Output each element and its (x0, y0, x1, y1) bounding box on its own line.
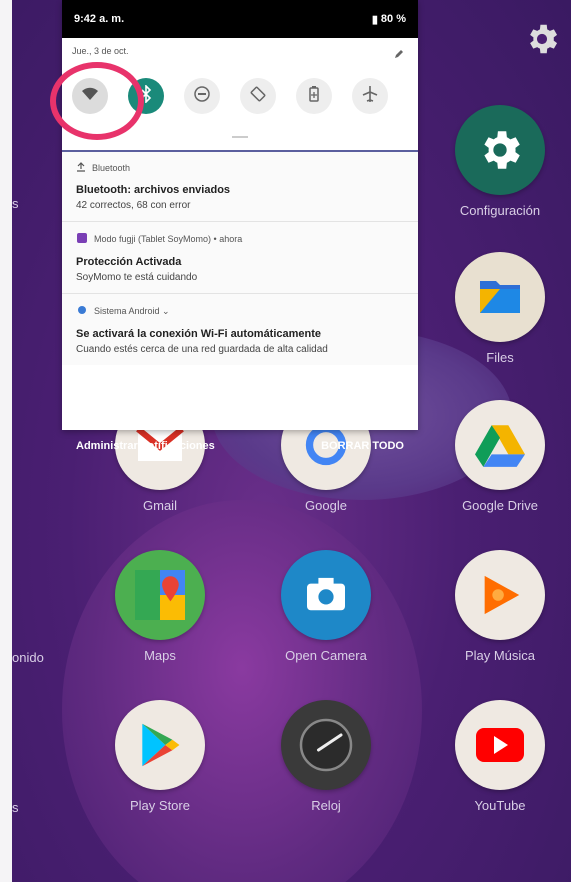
notification-body: Cuando estés cerca de una red guardada d… (76, 344, 328, 355)
app-configuracion[interactable]: Configuración (440, 105, 560, 218)
battery-saver-tile[interactable] (296, 78, 332, 114)
notification-title: Bluetooth: archivos enviados (76, 184, 231, 196)
notification-app-name: Modo fugji (Tablet SoyMomo) • ahora (94, 234, 243, 244)
battery-icon: ▮ (371, 13, 378, 26)
notification-title: Se activará la conexión Wi-Fi automática… (76, 328, 322, 340)
notification-app-name: Sistema Android ⌄ (94, 305, 170, 316)
notification-body: SoyMomo te está cuidando (76, 272, 198, 283)
battery-saver-icon (308, 85, 320, 108)
app-files[interactable]: Files (440, 252, 560, 365)
battery-indicator: ▮ 80 % (372, 13, 406, 26)
app-label: Reloj (311, 798, 341, 813)
do-not-disturb-tile[interactable] (184, 78, 220, 114)
files-icon (455, 252, 545, 342)
auto-rotate-tile[interactable] (240, 78, 276, 114)
edit-icon[interactable] (394, 46, 404, 64)
app-label: Open Camera (285, 648, 367, 663)
notification-footer: Administrar notificaciones BORRAR TODO (62, 440, 418, 452)
app-label: Maps (144, 648, 176, 663)
clear-all-button[interactable]: BORRAR TODO (321, 440, 404, 452)
play-music-icon (455, 550, 545, 640)
qs-date: Jue., 3 de oct. (72, 46, 129, 56)
notification-android-system[interactable]: Sistema Android ⌄ Se activará la conexió… (62, 294, 418, 365)
edge-label-left-3: s (12, 800, 19, 815)
auto-rotate-icon (249, 85, 267, 108)
clock-icon (281, 700, 371, 790)
app-label: Play Store (130, 798, 190, 813)
youtube-icon (455, 700, 545, 790)
app-google-drive[interactable]: Google Drive (440, 400, 560, 513)
app-play-musica[interactable]: Play Música (440, 550, 560, 663)
app-open-camera[interactable]: Open Camera (266, 550, 386, 663)
android-system-icon (76, 304, 88, 318)
airplane-icon (361, 85, 379, 108)
app-reloj[interactable]: Reloj (266, 700, 386, 813)
battery-level: 80 % (380, 13, 406, 25)
notification-soymomo[interactable]: Modo fugji (Tablet SoyMomo) • ahora Prot… (62, 222, 418, 294)
google-drive-icon (455, 400, 545, 490)
notification-bluetooth[interactable]: Bluetooth Bluetooth: archivos enviados 4… (62, 152, 418, 222)
highlight-ring (50, 62, 144, 140)
settings-gear-icon[interactable] (523, 20, 561, 63)
app-label: Files (486, 350, 514, 365)
airplane-mode-tile[interactable] (352, 78, 388, 114)
play-store-icon (115, 700, 205, 790)
notification-app-name: Bluetooth (92, 163, 131, 173)
app-label: Configuración (459, 203, 541, 218)
app-youtube[interactable]: YouTube (440, 700, 560, 813)
camera-icon (281, 550, 371, 640)
notification-body: 42 correctos, 68 con error (76, 200, 191, 211)
settings-icon (455, 105, 545, 195)
edge-label-left-2: onido (12, 650, 44, 665)
app-label: Play Música (464, 648, 536, 663)
maps-icon (115, 550, 205, 640)
app-label: Google (305, 498, 347, 513)
app-label: Gmail (143, 498, 177, 513)
do-not-disturb-icon (193, 85, 211, 108)
notification-title: Protección Activada (76, 256, 182, 268)
edge-label-left-1: s (12, 196, 19, 211)
manage-notifications-button[interactable]: Administrar notificaciones (76, 440, 215, 452)
share-icon (76, 162, 86, 174)
app-label: YouTube (474, 798, 526, 813)
qs-drag-handle[interactable] (232, 136, 248, 138)
status-time: 9:42 a. m. (74, 13, 125, 25)
soymomo-icon (76, 232, 88, 246)
status-bar: 9:42 a. m. ▮ 80 % (62, 0, 418, 38)
app-maps[interactable]: Maps (100, 550, 220, 663)
app-label: Google Drive (462, 498, 538, 513)
app-play-store[interactable]: Play Store (100, 700, 220, 813)
